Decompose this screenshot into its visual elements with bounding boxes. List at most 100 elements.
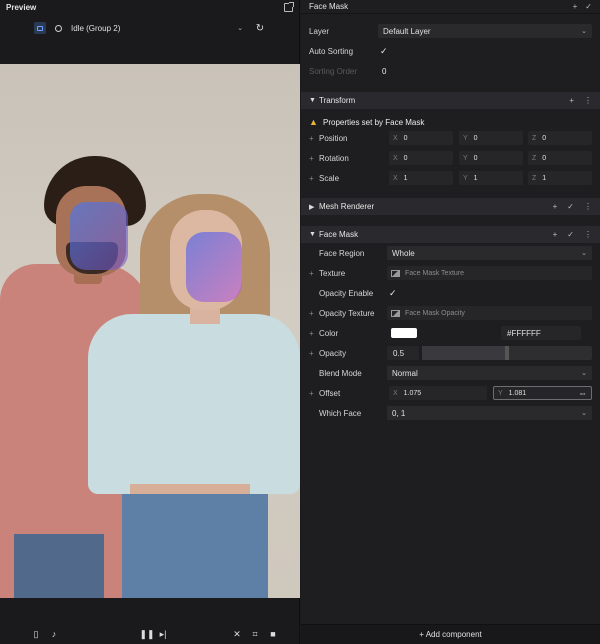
opacity-texture-label: Opacity Texture (319, 308, 375, 318)
scale-z-field[interactable]: Z1 (528, 171, 592, 185)
which-face-row: Which Face 0, 1 ⌄ (301, 405, 600, 421)
collapse-triangle-icon[interactable]: ▼ (309, 231, 316, 238)
offset-row: + Offset X 1.075 Y 1.081 ⇔ (301, 385, 600, 401)
refresh-icon[interactable]: ↻ (254, 22, 266, 34)
state-select-label: Idle (Group 2) (71, 23, 121, 33)
woman-face-mask-overlay (186, 232, 242, 302)
opacity-row: + Opacity 0.5 (301, 345, 600, 361)
mesh-renderer-section-header[interactable]: ▶ Mesh Renderer + ✓ ⋮ (301, 198, 600, 215)
expand-triangle-icon[interactable]: ▶ (309, 203, 314, 211)
device-icon[interactable]: ▯ (30, 628, 42, 640)
add-icon[interactable]: + (573, 2, 578, 11)
transform-warning-row: ▲ Properties set by Face Mask (301, 114, 600, 130)
preview-viewport[interactable] (0, 64, 300, 598)
step-forward-icon[interactable]: ▸| (157, 628, 169, 640)
add-keyframe-icon[interactable]: + (309, 154, 314, 163)
tiktok-icon[interactable]: ♪ (48, 628, 60, 640)
checkmark-icon[interactable]: ✓ (585, 2, 592, 11)
face-region-select[interactable]: Whole ⌄ (387, 246, 592, 260)
opacity-enable-label: Opacity Enable (319, 288, 374, 298)
face-region-row: Face Region Whole ⌄ (301, 245, 600, 261)
add-keyframe-icon[interactable]: + (309, 309, 314, 318)
offset-x-field[interactable]: X 1.075 (389, 386, 487, 400)
position-y-field[interactable]: Y0 (459, 131, 523, 145)
add-keyframe-icon[interactable]: + (309, 329, 314, 338)
woman-top (88, 314, 300, 494)
position-row: + Position X0 Y0 Z0 (301, 130, 600, 146)
add-keyframe-icon[interactable]: + (309, 349, 314, 358)
blend-mode-select[interactable]: Normal ⌄ (387, 366, 592, 380)
crop-icon[interactable]: ⌗ (249, 628, 261, 640)
texture-label: Texture (319, 268, 346, 278)
face-tracking-icon[interactable] (52, 22, 64, 34)
opacity-slider-thumb[interactable] (505, 346, 509, 360)
record-icon[interactable]: ■ (267, 628, 279, 640)
sorting-order-value: 0 (382, 66, 387, 76)
color-hex-value: #FFFFFF (507, 328, 541, 338)
face-region-value: Whole (392, 248, 415, 258)
texture-icon (391, 309, 400, 317)
state-select[interactable]: Idle (Group 2) ⌄ (67, 21, 247, 35)
color-swatch[interactable] (391, 328, 417, 338)
mesh-renderer-title: Mesh Renderer (319, 202, 375, 211)
texture-field[interactable]: Face Mask Texture (387, 266, 592, 280)
auto-sorting-row: Auto Sorting ✓ (301, 43, 600, 59)
rotation-label: Rotation (319, 153, 349, 163)
transform-section-header[interactable]: ▼ Transform + ⋮ (301, 92, 600, 109)
layer-label: Layer (309, 26, 330, 36)
auto-sorting-checkbox[interactable]: ✓ (380, 46, 388, 57)
face-region-label: Face Region (319, 248, 365, 258)
scale-y-field[interactable]: Y1 (459, 171, 523, 185)
rotation-z-field[interactable]: Z0 (528, 151, 592, 165)
opacity-slider[interactable] (422, 346, 592, 360)
opacity-texture-field[interactable]: Face Mask Opacity (387, 306, 592, 320)
pause-icon[interactable]: ❚❚ (139, 628, 154, 640)
add-component-button[interactable]: + Add component (419, 630, 482, 639)
opacity-texture-row: + Opacity Texture Face Mask Opacity (301, 305, 600, 321)
add-icon[interactable]: + (553, 202, 558, 211)
inspector-header: Face Mask + ✓ (301, 0, 600, 14)
preview-toolbar: Idle (Group 2) ⌄ ↻ (0, 20, 300, 36)
more-icon[interactable]: ⋮ (584, 230, 592, 239)
opacity-enable-checkbox[interactable]: ✓ (389, 288, 397, 299)
position-x-field[interactable]: X0 (389, 131, 453, 145)
layer-row: Layer Default Layer ⌄ (301, 23, 600, 39)
man-jeans (14, 534, 104, 598)
checkmark-icon[interactable]: ✓ (567, 230, 574, 239)
add-keyframe-icon[interactable]: + (309, 389, 314, 398)
expand-icon[interactable] (284, 1, 294, 12)
more-icon[interactable]: ⋮ (584, 202, 592, 211)
warning-icon: ▲ (309, 117, 318, 127)
drag-cursor-icon: ⇔ (578, 388, 587, 398)
rotation-x-field[interactable]: X0 (389, 151, 453, 165)
mute-icon[interactable]: ✕ (231, 628, 243, 640)
add-component-bar: + Add component (301, 624, 600, 644)
app-root: Preview Idle (Group 2) ⌄ ↻ ▯ ♪ ❚❚ ▸| ✕ ⌗… (0, 0, 600, 644)
add-icon[interactable]: + (553, 230, 558, 239)
scale-x-field[interactable]: X1 (389, 171, 453, 185)
camera-icon[interactable] (34, 22, 46, 34)
chevron-down-icon: ⌄ (581, 250, 587, 257)
position-z-field[interactable]: Z0 (528, 131, 592, 145)
checkmark-icon[interactable]: ✓ (567, 202, 574, 211)
layer-select[interactable]: Default Layer ⌄ (378, 24, 592, 38)
add-keyframe-icon[interactable]: + (309, 269, 314, 278)
face-mask-section-header[interactable]: ▼ Face Mask + ✓ ⋮ (301, 226, 600, 243)
blend-mode-row: Blend Mode Normal ⌄ (301, 365, 600, 381)
add-icon[interactable]: + (569, 96, 574, 105)
collapse-triangle-icon[interactable]: ▼ (309, 97, 316, 104)
offset-y-field[interactable]: Y 1.081 ⇔ (493, 386, 592, 400)
add-keyframe-icon[interactable]: + (309, 134, 314, 143)
chevron-down-icon: ⌄ (581, 28, 587, 35)
rotation-row: + Rotation X0 Y0 Z0 (301, 150, 600, 166)
which-face-select[interactable]: 0, 1 ⌄ (387, 406, 592, 420)
preview-header: Preview (0, 0, 299, 14)
rotation-y-field[interactable]: Y0 (459, 151, 523, 165)
scale-label: Scale (319, 173, 340, 183)
color-hex-field[interactable]: #FFFFFF (501, 326, 581, 340)
add-keyframe-icon[interactable]: + (309, 174, 314, 183)
opacity-value-field[interactable]: 0.5 (387, 346, 419, 360)
chevron-down-icon: ⌄ (581, 410, 587, 417)
more-icon[interactable]: ⋮ (584, 96, 592, 105)
texture-value: Face Mask Texture (405, 269, 465, 277)
